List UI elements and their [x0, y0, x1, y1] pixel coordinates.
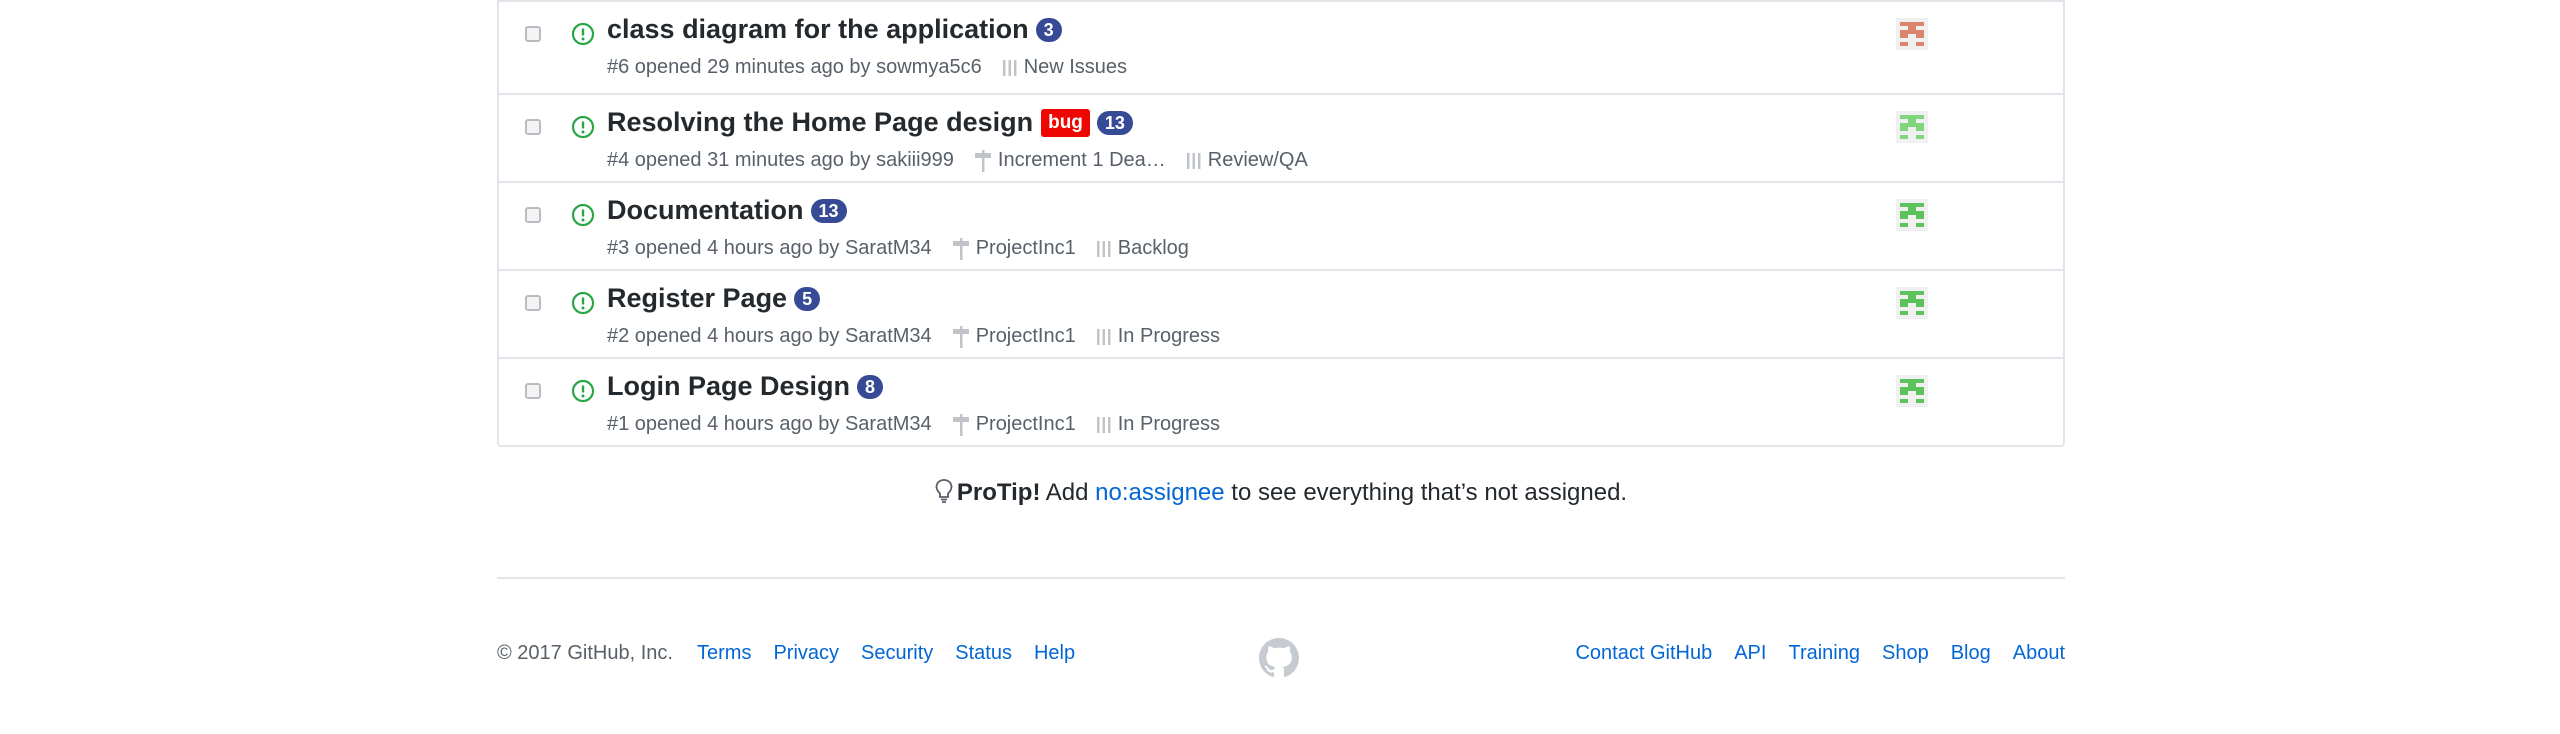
issue-select-checkbox[interactable] [525, 295, 541, 311]
issue-title-line: Documentation 13 [607, 195, 847, 226]
issues-list: class diagram for the application 3 #6 ope… [497, 0, 2065, 447]
milestone-icon [974, 149, 991, 172]
issue-milestone-label: Increment 1 Dea… [997, 149, 1166, 171]
issue-opened-info: #6 opened 29 minutes ago by sowmya5c6 [607, 56, 982, 78]
milestone-icon [952, 325, 969, 348]
issue-project[interactable]: New Issues [1002, 56, 1127, 79]
assignee-avatar[interactable] [1896, 111, 1928, 143]
issue-title-link[interactable]: Resolving the Home Page design [607, 107, 1033, 138]
issue-row[interactable]: Resolving the Home Page design bug 13 #4 op… [499, 93, 2063, 181]
issue-milestone-label: ProjectInc1 [975, 325, 1076, 347]
issue-row[interactable]: class diagram for the application 3 #6 ope… [499, 2, 2063, 93]
issue-milestone[interactable]: Increment 1 Dea… [974, 149, 1166, 172]
issue-milestone[interactable]: ProjectInc1 [952, 413, 1076, 436]
footer-link-blog[interactable]: Blog [1951, 642, 1991, 665]
assignee-avatar[interactable] [1896, 375, 1928, 407]
project-icon [1096, 328, 1111, 345]
assignee-avatar[interactable] [1896, 18, 1928, 50]
issue-milestone[interactable]: ProjectInc1 [952, 237, 1076, 260]
footer-link-terms[interactable]: Terms [697, 642, 751, 665]
issue-project-label: Backlog [1117, 237, 1189, 259]
protip-text-after: to see everything that’s not assigned. [1224, 479, 1628, 506]
issue-title-link[interactable]: Documentation [607, 195, 804, 226]
issue-opened-icon [571, 22, 595, 46]
protip-lead: ProTip! [956, 479, 1041, 506]
protip-text-before: Add [1040, 479, 1096, 506]
footer-link-about[interactable]: About [2013, 642, 2065, 665]
issue-project-label: New Issues [1023, 56, 1128, 78]
protip-no-assignee-link[interactable]: no:assignee [1095, 479, 1224, 506]
issue-opened-info: #4 opened 31 minutes ago by sakiii999 [607, 149, 954, 171]
footer-link-help[interactable]: Help [1034, 642, 1075, 665]
issue-meta: #2 opened 4 hours ago by SaratM34 Projec… [607, 325, 1220, 348]
footer-link-contact-github[interactable]: Contact GitHub [1575, 642, 1712, 665]
issues-container: class diagram for the application 3 #6 ope… [497, 0, 2065, 678]
footer-link-security[interactable]: Security [861, 642, 933, 665]
issue-project-label: In Progress [1117, 325, 1221, 347]
project-icon [1096, 416, 1111, 433]
footer-link-shop[interactable]: Shop [1882, 642, 1929, 665]
issue-meta: #1 opened 4 hours ago by SaratM34 Projec… [607, 413, 1220, 436]
issue-milestone[interactable]: ProjectInc1 [952, 325, 1076, 348]
issue-meta: #6 opened 29 minutes ago by sowmya5c6 Ne… [607, 56, 1127, 79]
issue-project-label: Review/QA [1207, 149, 1308, 171]
protip: ProTip! Add no:assignee to see everythin… [497, 478, 2065, 507]
issue-select-checkbox[interactable] [525, 26, 541, 42]
footer-link-training[interactable]: Training [1788, 642, 1860, 665]
comment-count-badge[interactable]: 8 [857, 374, 884, 399]
comment-count-badge[interactable]: 13 [1096, 110, 1133, 135]
issue-meta: #3 opened 4 hours ago by SaratM34 Projec… [607, 237, 1189, 260]
footer-divider [497, 577, 2065, 579]
issue-project[interactable]: Backlog [1096, 237, 1189, 260]
footer-link-privacy[interactable]: Privacy [773, 642, 839, 665]
issue-milestone-label: ProjectInc1 [975, 413, 1076, 435]
issue-title-line: class diagram for the application 3 [607, 14, 1062, 45]
assignee-avatar[interactable] [1896, 199, 1928, 231]
issue-opened-icon [571, 203, 595, 227]
issue-row[interactable]: Documentation 13 #3 opened 4 hours ago by … [499, 181, 2063, 269]
lightbulb-icon [935, 479, 953, 503]
issue-title-link[interactable]: Register Page [607, 283, 787, 314]
issue-milestone-label: ProjectInc1 [975, 237, 1076, 259]
comment-count-badge[interactable]: 5 [794, 286, 821, 311]
issue-opened-info: #1 opened 4 hours ago by SaratM34 [607, 413, 932, 435]
project-icon [1186, 152, 1201, 169]
comment-count-badge[interactable]: 3 [1035, 17, 1062, 42]
issue-meta: #4 opened 31 minutes ago by sakiii999 In… [607, 149, 1308, 172]
issue-project[interactable]: In Progress [1096, 413, 1220, 436]
issue-title-line: Resolving the Home Page design bug 13 [607, 107, 1133, 138]
footer-links-right: Contact GitHub API Training Shop Blog About [1553, 642, 2065, 665]
issue-select-checkbox[interactable] [525, 207, 541, 223]
issue-opened-icon [571, 115, 595, 139]
issue-opened-info: #2 opened 4 hours ago by SaratM34 [607, 325, 932, 347]
issue-select-checkbox[interactable] [525, 119, 541, 135]
issue-title-link[interactable]: Login Page Design [607, 371, 850, 402]
issue-title-line: Register Page 5 [607, 283, 821, 314]
assignee-avatar[interactable] [1896, 287, 1928, 319]
label-bug[interactable]: bug [1041, 108, 1090, 137]
footer-link-status[interactable]: Status [955, 642, 1012, 665]
github-logo-icon[interactable] [1259, 638, 1299, 678]
project-icon [1002, 59, 1017, 76]
comment-count-badge[interactable]: 13 [810, 198, 847, 223]
issue-row[interactable]: Register Page 5 #2 opened 4 hours ago by S… [499, 269, 2063, 357]
milestone-icon [952, 413, 969, 436]
issue-select-checkbox[interactable] [525, 383, 541, 399]
footer-link-api[interactable]: API [1734, 642, 1766, 665]
project-icon [1096, 240, 1111, 257]
issue-opened-info: #3 opened 4 hours ago by SaratM34 [607, 237, 932, 259]
issue-title-line: Login Page Design 8 [607, 371, 884, 402]
footer-links-left: Terms Privacy Security Status Help [697, 642, 1097, 665]
issue-title-link[interactable]: class diagram for the application [607, 14, 1029, 45]
issue-project-label: In Progress [1117, 413, 1221, 435]
footer-copyright: © 2017 GitHub, Inc. [497, 642, 673, 664]
issue-opened-icon [571, 291, 595, 315]
milestone-icon [952, 237, 969, 260]
issue-row[interactable]: Login Page Design 8 #1 opened 4 hours ago … [499, 357, 2063, 445]
issue-opened-icon [571, 379, 595, 403]
issue-project[interactable]: Review/QA [1186, 149, 1308, 172]
issue-project[interactable]: In Progress [1096, 325, 1220, 348]
